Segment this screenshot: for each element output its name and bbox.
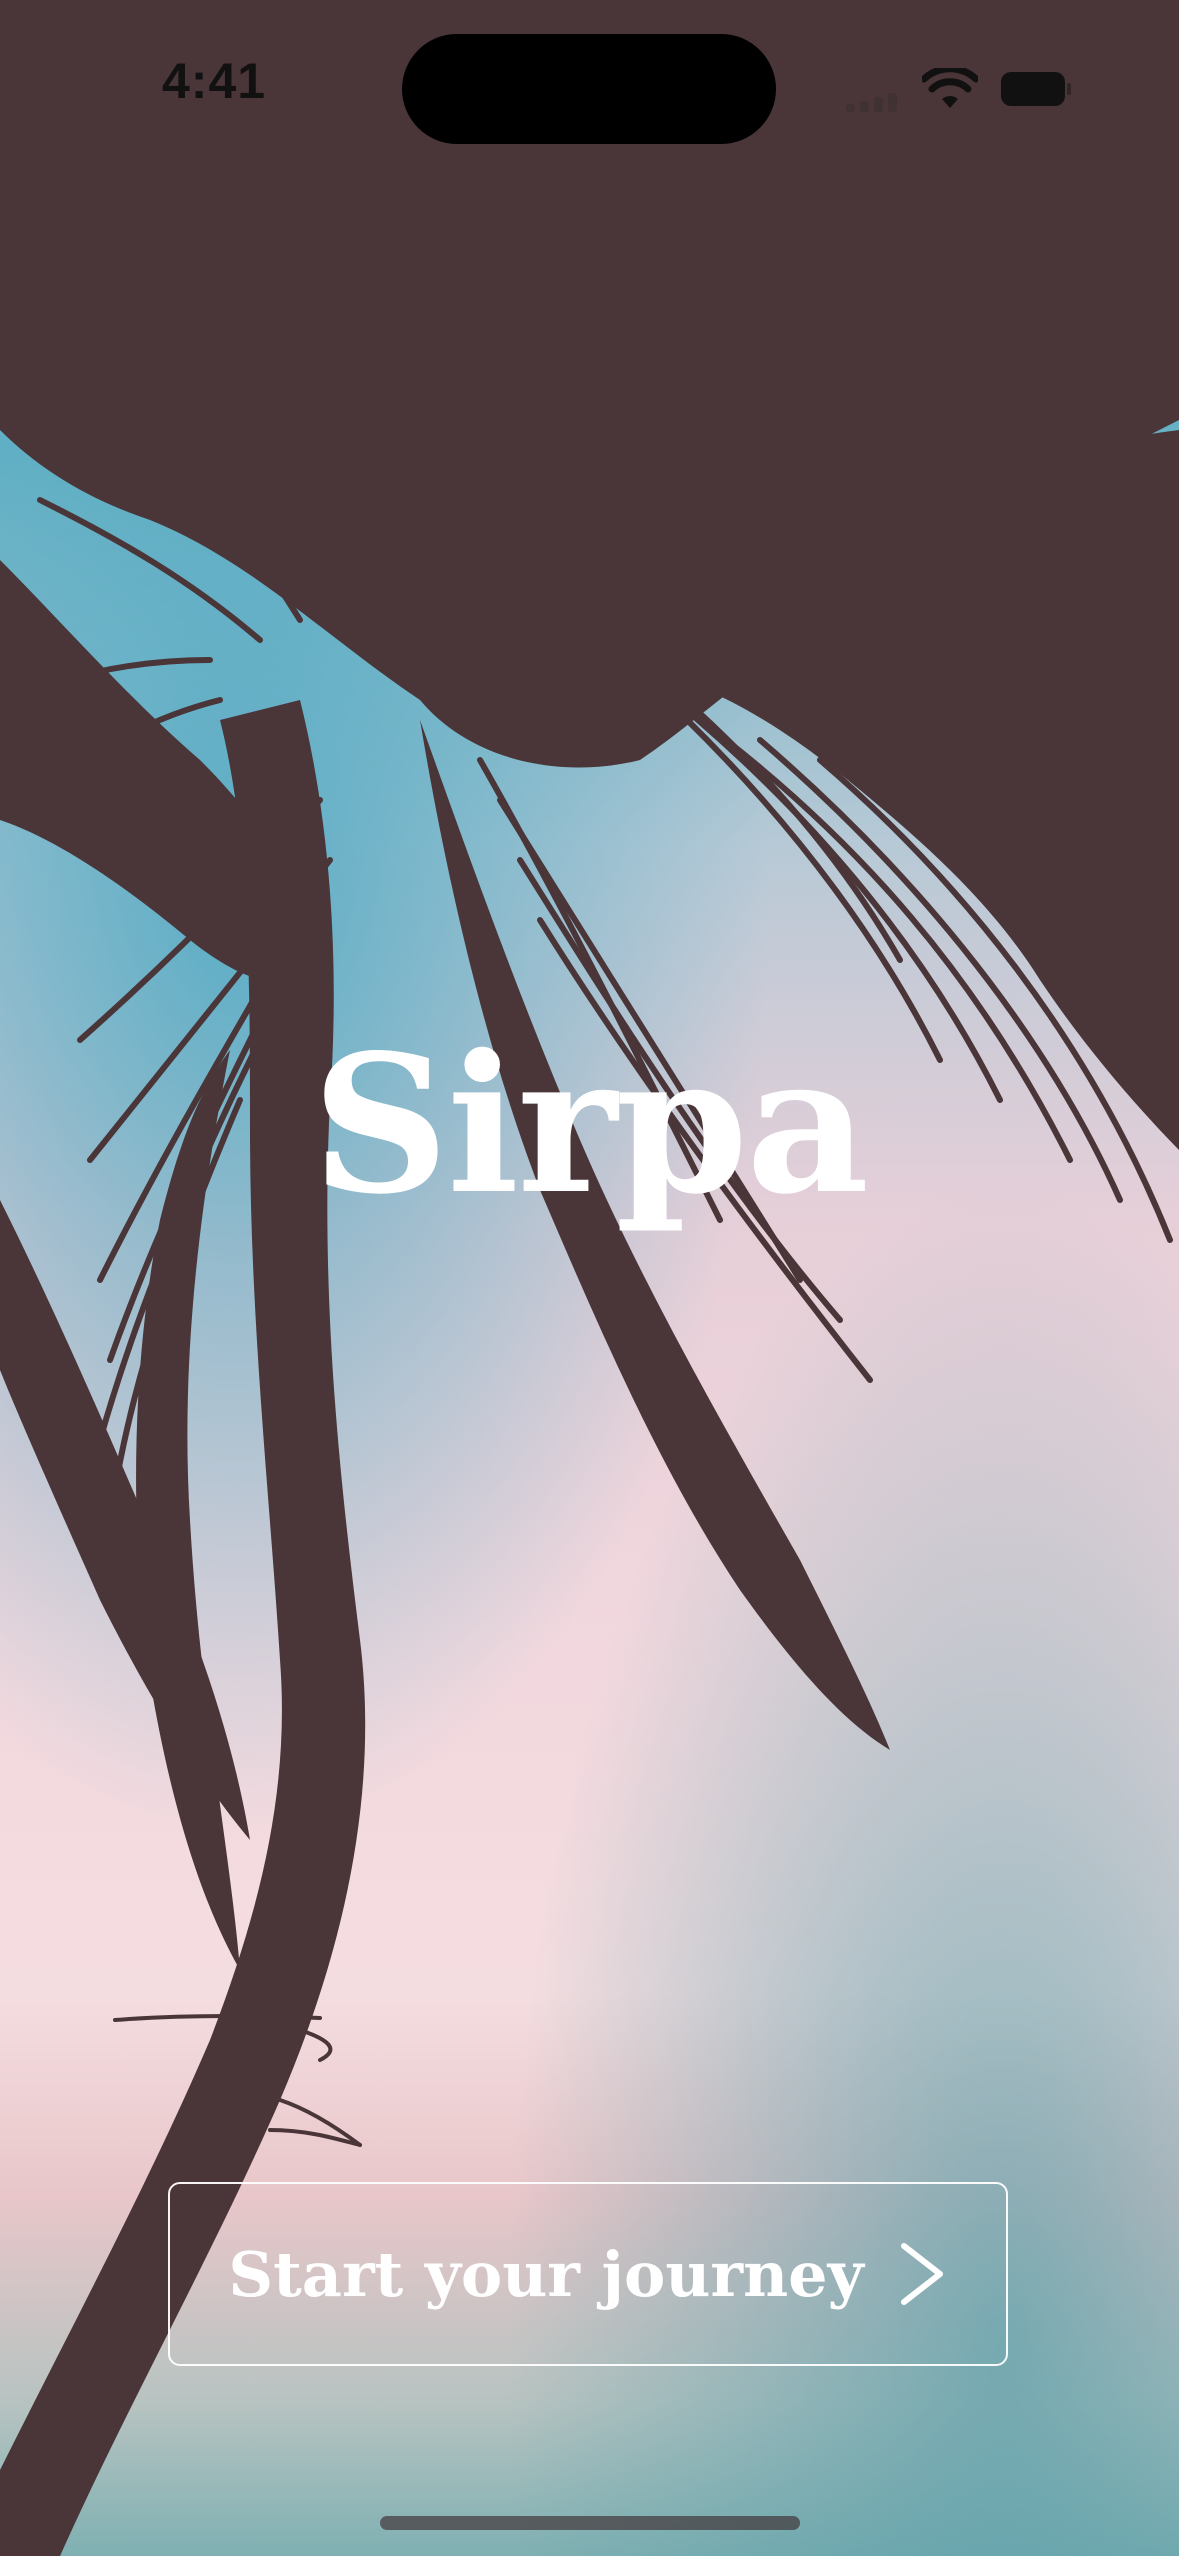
- palm-tree-background: [0, 0, 1179, 2556]
- wifi-icon: [922, 68, 978, 108]
- welcome-screen: 4:41 Sirpa Start your journey: [0, 0, 1179, 2556]
- app-title: Sirpa: [311, 1013, 869, 1236]
- status-time: 4:41: [162, 53, 267, 109]
- status-bar: 4:41: [0, 0, 1179, 170]
- home-indicator[interactable]: [380, 2516, 800, 2530]
- battery-icon: [1001, 72, 1071, 106]
- dynamic-island: [402, 34, 776, 144]
- chevron-right-icon: [900, 2243, 943, 2305]
- start-journey-label: Start your journey: [228, 2237, 864, 2311]
- cellular-signal-icon: [846, 92, 906, 112]
- start-journey-button[interactable]: Start your journey: [168, 2182, 1008, 2366]
